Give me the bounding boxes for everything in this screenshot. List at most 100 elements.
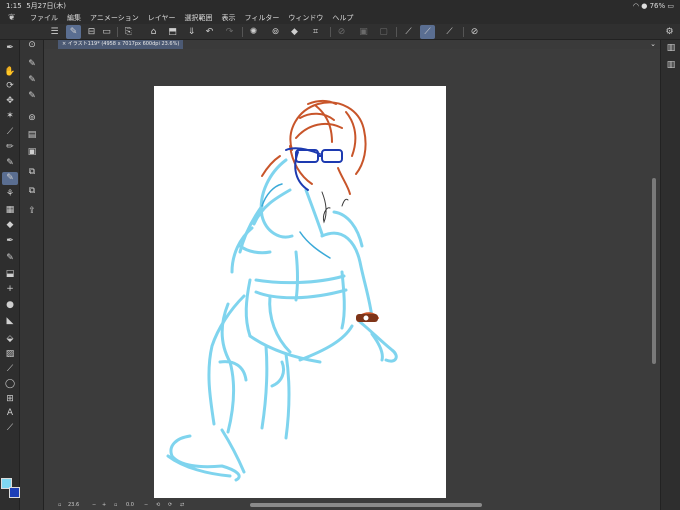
new-icon[interactable]: ⎘: [121, 25, 136, 39]
menu-icon[interactable]: ☰: [47, 25, 62, 39]
status-date: 5月27日(木): [26, 2, 67, 10]
document-title: イラスト119* (4958 x 7017px 600dpi 23.6%): [67, 41, 180, 47]
import-icon[interactable]: ⇪: [24, 205, 40, 218]
lasso-icon[interactable]: ◯: [2, 378, 18, 391]
chevron-down-icon[interactable]: ⌄: [650, 40, 656, 49]
clip-studio-logo-icon[interactable]: ❦: [8, 13, 20, 23]
settings-icon[interactable]: ⚙: [662, 25, 677, 39]
sub-tool-palette: ⊙ ✎ ✎ ✎ ⊚ ▤ ▣ ⧉ ⧉ ⇪: [20, 40, 44, 510]
brush-icon[interactable]: ✎: [2, 172, 18, 185]
correct-icon[interactable]: ⟋: [2, 422, 18, 435]
pencil-icon[interactable]: ✏: [2, 141, 18, 154]
rotate-icon[interactable]: ⟳: [2, 80, 18, 93]
menu-filter[interactable]: フィルター: [245, 12, 280, 24]
frame-border-icon[interactable]: ⊞: [2, 393, 18, 406]
status-battery: ◠ ● 76% ▭: [632, 2, 674, 10]
lasso-icon[interactable]: ✺: [246, 25, 261, 39]
subtool-f-icon[interactable]: ▣: [24, 146, 40, 159]
menu-bar: ❦ ファイル 編集 アニメーション レイヤー 選択範囲 表示 フィルター ウィン…: [0, 12, 680, 24]
panel-book-icon[interactable]: ▥: [663, 42, 679, 55]
save-icon[interactable]: ⬒: [165, 25, 180, 39]
menu-file[interactable]: ファイル: [30, 12, 58, 24]
invert-icon[interactable]: ▣: [356, 25, 371, 39]
zoom-minus-icon[interactable]: −: [92, 501, 96, 510]
horizontal-scrollbar[interactable]: [250, 503, 482, 507]
shape-icon[interactable]: ⬓: [2, 268, 18, 281]
gradient2-icon[interactable]: ▨: [2, 348, 18, 361]
zoom-plus-icon[interactable]: +: [102, 501, 106, 510]
angle-value[interactable]: 0.0: [126, 501, 134, 510]
fill-icon[interactable]: ✎: [2, 252, 18, 265]
collapse-icon[interactable]: ⊙: [24, 39, 40, 52]
subtool-d-icon[interactable]: ⊚: [24, 112, 40, 125]
ruler-icon[interactable]: ⟋: [401, 25, 416, 39]
gradient-icon[interactable]: +: [2, 283, 18, 296]
deselect-icon[interactable]: ⊘: [334, 25, 349, 39]
menu-window[interactable]: ウィンドウ: [288, 12, 323, 24]
blend-icon[interactable]: ✒: [2, 235, 18, 248]
brush-active-icon[interactable]: ⟋: [420, 25, 435, 39]
angle-minus-icon[interactable]: −: [144, 501, 148, 510]
decoration-icon[interactable]: ▦: [2, 204, 18, 217]
select-icon[interactable]: ⊚: [268, 25, 283, 39]
pen-icon[interactable]: ⟋: [442, 25, 457, 39]
subtool-e-icon[interactable]: ▤: [24, 129, 40, 142]
menu-edit[interactable]: 編集: [67, 12, 81, 24]
text-icon[interactable]: A: [2, 407, 18, 420]
film-icon[interactable]: ▭: [99, 25, 114, 39]
airbrush-icon[interactable]: ⚘: [2, 188, 18, 201]
wand-icon[interactable]: ✶: [2, 110, 18, 123]
menu-selection[interactable]: 選択範囲: [185, 12, 213, 24]
status-time: 1:15: [6, 2, 22, 10]
sketch-drawing: [166, 100, 398, 482]
subtool-b-icon[interactable]: ✎: [24, 74, 40, 87]
bucket-icon[interactable]: ⬙: [2, 333, 18, 346]
move-icon[interactable]: ✥: [2, 95, 18, 108]
pen-active-icon[interactable]: ✎: [66, 25, 81, 39]
right-panel-bar: ▥ ▥: [660, 40, 680, 510]
menu-view[interactable]: 表示: [222, 12, 236, 24]
undo-icon[interactable]: ↶: [202, 25, 217, 39]
color-swatches: [1, 478, 21, 502]
hand-icon[interactable]: ✋: [2, 66, 18, 79]
document-tab-bar: × イラスト119* (4958 x 7017px 600dpi 23.6%) …: [44, 40, 660, 49]
transform-icon[interactable]: ⌗: [308, 25, 323, 39]
zoom-value[interactable]: 23.6: [68, 501, 79, 510]
snapshot-icon[interactable]: ⊟: [84, 25, 99, 39]
canvas-paper[interactable]: [154, 86, 446, 498]
eyedropper-icon[interactable]: ✒: [2, 42, 18, 55]
open-icon[interactable]: ⌂: [146, 25, 161, 39]
tablet-icon[interactable]: ⊘: [467, 25, 482, 39]
line-icon[interactable]: ⟋: [2, 363, 18, 376]
menu-layer[interactable]: レイヤー: [148, 12, 176, 24]
ios-status-bar: 1:15 5月27日(木) ◠ ● 76% ▭: [0, 0, 680, 12]
status-time-date: 1:15 5月27日(木): [6, 0, 66, 12]
battery-percent: 76%: [649, 2, 666, 10]
fill-icon[interactable]: ◆: [287, 25, 302, 39]
command-bar: ☰ ✎ ⊟ ▭ ⎘ ⌂ ⬒ ⇓ ↶ ↷ ✺ ⊚ ◆ ⌗ ⊘ ▣ ▢ ⟋ ⟋ ⟋ …: [0, 24, 680, 40]
export-icon[interactable]: ⇓: [184, 25, 199, 39]
vertical-scrollbar[interactable]: [652, 178, 656, 364]
eyedropper2-icon[interactable]: ⟋: [2, 126, 18, 139]
eraser-icon[interactable]: ◆: [2, 219, 18, 232]
document-tab[interactable]: × イラスト119* (4958 x 7017px 600dpi 23.6%): [58, 40, 184, 49]
menu-help[interactable]: ヘルプ: [332, 12, 353, 24]
pen-icon[interactable]: ✎: [2, 157, 18, 170]
subtool-a-icon[interactable]: ✎: [24, 58, 40, 71]
layer2-icon[interactable]: ⧉: [24, 185, 40, 198]
panel-layers-icon[interactable]: ▥: [663, 59, 679, 72]
menu-animation[interactable]: アニメーション: [90, 12, 139, 24]
rotate-icon[interactable]: ⟳: [168, 501, 172, 510]
rotate-left-icon[interactable]: ▫: [114, 501, 117, 510]
zoom-out-icon[interactable]: ▫: [58, 501, 61, 510]
frame-icon[interactable]: ●: [2, 299, 18, 312]
layer-icon[interactable]: ⧉: [24, 166, 40, 179]
redo-icon[interactable]: ↷: [222, 25, 237, 39]
ruler-icon[interactable]: ◣: [2, 315, 18, 328]
clear-icon[interactable]: ▢: [376, 25, 391, 39]
sub-color-swatch[interactable]: [9, 487, 20, 498]
tool-palette: ✒ ✋ ⟳ ✥ ✶ ⟋ ✏ ✎ ✎ ⚘ ▦ ◆ ✒ ✎ ⬓ + ● ◣ ⬙ ▨ …: [0, 40, 20, 510]
flip-icon[interactable]: ⇄: [180, 501, 184, 510]
rotate-reset-icon[interactable]: ⟲: [156, 501, 160, 510]
subtool-c-icon[interactable]: ✎: [24, 90, 40, 103]
